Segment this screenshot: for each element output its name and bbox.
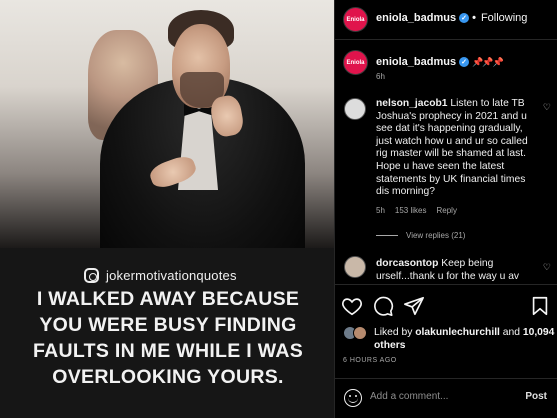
caption-username[interactable]: eniola_badmus xyxy=(376,56,456,68)
caption-time: 6h xyxy=(376,72,385,81)
replies-divider xyxy=(376,235,398,236)
add-comment-bar: Post xyxy=(335,378,557,418)
commenter-avatar[interactable] xyxy=(344,256,366,278)
liked-by-and: and xyxy=(502,327,520,338)
caption-author: eniola_badmus ✓ 📌📌📌 xyxy=(376,56,504,68)
comment-username[interactable]: nelson_jacob1 xyxy=(376,98,448,109)
verified-icon: ✓ xyxy=(459,13,470,23)
comment-meta: 5h 153 likes Reply xyxy=(376,206,457,215)
pin-emojis: 📌📌📌 xyxy=(472,56,504,67)
likes-summary: Liked by olakunlechurchill and 10,094 ot… xyxy=(343,326,557,352)
quote-line: I WALKED AWAY BECAUSE xyxy=(36,288,300,310)
image-handle-text: jokermotivationquotes xyxy=(106,268,237,283)
caption-avatar[interactable]: Eniola xyxy=(343,50,368,75)
commenter-avatar[interactable] xyxy=(344,98,366,120)
bookmark-icon[interactable] xyxy=(529,295,551,317)
author-info: eniola_badmus ✓ • Following xyxy=(376,12,527,24)
send-icon[interactable] xyxy=(403,295,425,317)
author-avatar[interactable]: Eniola xyxy=(343,7,368,32)
comment-like-icon[interactable]: ♡ xyxy=(543,262,551,273)
quote-text: I WALKED AWAY BECAUSE YOU WERE BUSY FIND… xyxy=(12,286,324,390)
verified-icon: ✓ xyxy=(459,57,470,67)
quote-line: FAULTS IN ME WHILE I WAS xyxy=(32,340,304,362)
post-timestamp: 6 HOURS AGO xyxy=(343,357,397,364)
quote-line: OVERLOOKING YOURS. xyxy=(52,366,284,388)
separator: • xyxy=(472,12,476,24)
comment-username[interactable]: dorcasontop xyxy=(376,258,438,269)
post-header: Eniola eniola_badmus ✓ • Following xyxy=(335,0,557,40)
post-comment-button[interactable]: Post xyxy=(525,391,547,402)
comment-time: 5h xyxy=(376,206,385,215)
view-replies-label[interactable]: View replies (21) xyxy=(406,231,465,240)
image-handle: jokermotivationquotes xyxy=(84,268,237,283)
comment-likes[interactable]: 153 likes xyxy=(395,206,427,215)
add-comment-input[interactable] xyxy=(370,391,510,402)
likes-text: Liked by olakunlechurchill and 10,094 ot… xyxy=(374,326,557,352)
comment-like-icon[interactable]: ♡ xyxy=(543,102,551,113)
liked-by-prefix: Liked by xyxy=(374,327,413,338)
liker-avatar xyxy=(353,326,367,340)
instagram-icon xyxy=(84,268,99,283)
quote-line: YOU WERE BUSY FINDING xyxy=(39,314,297,336)
author-username[interactable]: eniola_badmus xyxy=(376,12,456,24)
view-replies[interactable]: View replies (21) xyxy=(376,231,465,240)
heart-icon[interactable] xyxy=(341,295,363,317)
reply-button[interactable]: Reply xyxy=(436,206,456,215)
action-bar xyxy=(335,284,557,324)
post-media[interactable]: jokermotivationquotes I WALKED AWAY BECA… xyxy=(0,0,334,418)
comment-text: nelson_jacob1 Listen to late TB Joshua's… xyxy=(376,98,538,199)
post-photo xyxy=(0,0,334,268)
comment-body: Listen to late TB Joshua's prophecy in 2… xyxy=(376,98,528,198)
comment-text: dorcasontop Keep being urself...thank u … xyxy=(376,258,538,283)
liker-avatars xyxy=(343,326,369,340)
comment-icon[interactable] xyxy=(372,295,394,317)
post-side-panel: Eniola eniola_badmus ✓ • Following Eniol… xyxy=(334,0,557,418)
liked-by-user[interactable]: olakunlechurchill xyxy=(415,327,500,338)
following-button[interactable]: Following xyxy=(481,12,527,24)
